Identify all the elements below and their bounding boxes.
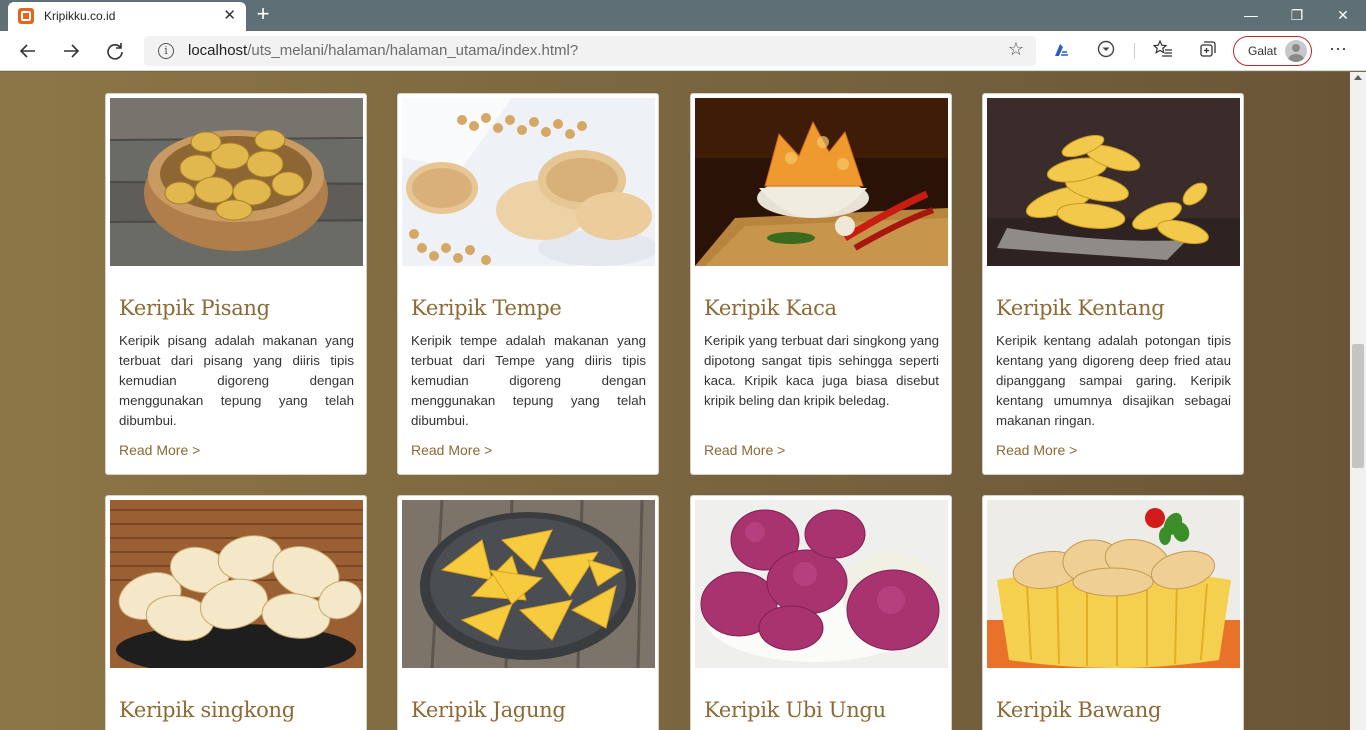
read-aloud-icon[interactable]: [1050, 40, 1072, 62]
product-card: Keripik singkong: [105, 495, 367, 730]
back-button[interactable]: [12, 35, 44, 67]
address-bar[interactable]: i localhost/uts_melani/halaman/halaman_u…: [144, 36, 1036, 66]
product-image-potato-chips: [987, 98, 1240, 266]
restore-button[interactable]: ❐: [1274, 0, 1320, 31]
product-image-onion-crackers: [987, 500, 1240, 668]
favorite-star-icon[interactable]: ☆: [1008, 39, 1024, 60]
page-scrollbar[interactable]: [1350, 72, 1366, 730]
scroll-up-arrow-icon[interactable]: [1354, 75, 1362, 80]
product-image-purple-sweet-potato-chips: [695, 500, 948, 668]
refresh-icon: [107, 43, 123, 60]
browser-tab[interactable]: Kripikku.co.id ✕: [8, 2, 246, 31]
collections-icon[interactable]: [1197, 40, 1219, 62]
forward-arrow-icon: [64, 44, 80, 58]
product-title: Keripik Bawang: [996, 698, 1162, 722]
profile-label: Galat: [1248, 44, 1277, 58]
info-icon[interactable]: i: [158, 43, 174, 59]
product-image-corn-chips: [402, 500, 655, 668]
product-image-cassava-chips: [110, 500, 363, 668]
toolbar-divider: [1134, 43, 1135, 59]
page-content: Keripik Pisang Keripik pisang adalah mak…: [0, 72, 1350, 730]
product-card: Keripik Bawang: [982, 495, 1244, 730]
profile-button[interactable]: Galat: [1233, 36, 1312, 66]
product-description: Keripik yang terbuat dari singkong yang …: [704, 333, 939, 408]
url-host: localhost: [188, 42, 248, 59]
product-description: Keripik pisang adalah makanan yang terbu…: [119, 333, 354, 428]
close-window-button[interactable]: ✕: [1320, 0, 1366, 31]
tab-title: Kripikku.co.id: [44, 9, 116, 23]
favorites-list-icon[interactable]: [1152, 39, 1174, 62]
product-title: Keripik Jagung: [411, 698, 566, 722]
read-more-link[interactable]: Read More >: [119, 442, 200, 458]
new-tab-button[interactable]: +: [252, 3, 274, 27]
product-card: Keripik Tempe Keripik tempe adalah makan…: [397, 93, 659, 475]
product-title: Keripik Kentang: [996, 296, 1165, 320]
download-icon[interactable]: [1095, 40, 1117, 62]
product-card: Keripik Jagung: [397, 495, 659, 730]
product-card: Keripik Kentang Keripik kentang adalah p…: [982, 93, 1244, 475]
read-more-link[interactable]: Read More >: [704, 442, 785, 458]
product-title: Keripik Ubi Ungu: [704, 698, 886, 722]
product-image-glass-chips: [695, 98, 948, 266]
product-title: Keripik Pisang: [119, 296, 270, 320]
product-title: Keripik Kaca: [704, 296, 837, 320]
read-more-link[interactable]: Read More >: [996, 442, 1077, 458]
product-description: Keripik kentang adalah potongan tipis ke…: [996, 333, 1231, 428]
url-text[interactable]: localhost/uts_melani/halaman/halaman_uta…: [188, 42, 578, 59]
product-card: Keripik Kaca Keripik yang terbuat dari s…: [690, 93, 952, 475]
minimize-button[interactable]: —: [1228, 0, 1274, 31]
tab-strip: Kripikku.co.id ✕ + — ❐ ✕: [0, 0, 1366, 31]
product-card: Keripik Pisang Keripik pisang adalah mak…: [105, 93, 367, 475]
product-image-tempe-chips: [402, 98, 655, 266]
product-image-banana-chips: [110, 98, 363, 266]
url-path: /uts_melani/halaman/halaman_utama/index.…: [247, 42, 579, 59]
more-menu-icon[interactable]: ···: [1326, 38, 1350, 59]
refresh-button[interactable]: [99, 35, 131, 67]
product-description: Keripik tempe adalah makanan yang terbua…: [411, 333, 646, 428]
read-more-link[interactable]: Read More >: [411, 442, 492, 458]
site-favicon-icon: [18, 8, 34, 24]
product-card: Keripik Ubi Ungu: [690, 495, 952, 730]
forward-button[interactable]: [55, 35, 87, 67]
back-arrow-icon: [19, 44, 35, 58]
product-title: Keripik singkong: [119, 698, 295, 722]
product-title: Keripik Tempe: [411, 296, 562, 320]
scrollbar-thumb[interactable]: [1352, 344, 1364, 468]
close-tab-icon[interactable]: ✕: [223, 7, 236, 25]
browser-toolbar: i localhost/uts_melani/halaman/halaman_u…: [0, 31, 1366, 71]
profile-avatar-icon: [1285, 40, 1307, 62]
